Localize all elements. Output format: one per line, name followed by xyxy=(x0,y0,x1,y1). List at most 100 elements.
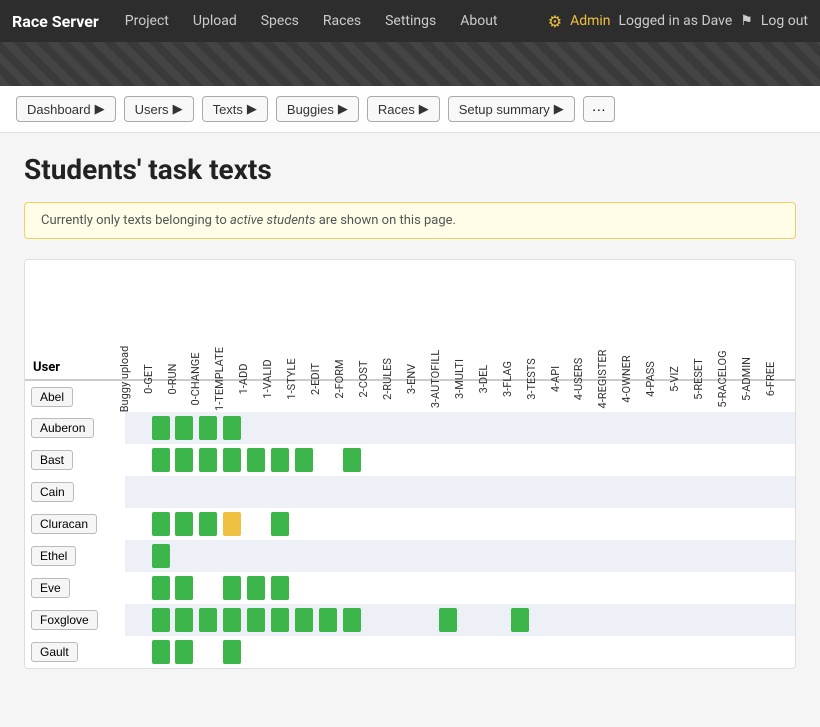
data-cell xyxy=(556,412,580,444)
data-cell xyxy=(651,540,675,572)
col-header-1-template: 1-TEMPLATE xyxy=(220,260,244,380)
data-cell xyxy=(125,604,149,636)
data-cell xyxy=(532,572,556,604)
user-col-header: User xyxy=(25,260,125,380)
nav-brand: Race Server xyxy=(12,12,99,31)
nav-admin-link[interactable]: Admin xyxy=(570,13,610,29)
data-cell xyxy=(292,572,316,604)
data-cell xyxy=(340,540,364,572)
table-row: Cain xyxy=(25,476,795,508)
green-cell xyxy=(152,416,170,440)
data-cell xyxy=(747,412,771,444)
data-cell xyxy=(340,508,364,540)
data-cell xyxy=(723,412,747,444)
data-cell xyxy=(579,412,603,444)
data-cell xyxy=(436,444,460,476)
green-cell xyxy=(152,640,170,664)
data-cell xyxy=(675,444,699,476)
user-button[interactable]: Gault xyxy=(31,642,78,662)
user-button[interactable]: Abel xyxy=(31,387,73,407)
nav-upload[interactable]: Upload xyxy=(183,9,247,33)
data-cell xyxy=(603,508,627,540)
chevron-right-icon: ▶ xyxy=(554,101,564,117)
user-button[interactable]: Eve xyxy=(31,578,70,598)
data-cell xyxy=(340,476,364,508)
data-cell xyxy=(436,572,460,604)
data-cell xyxy=(627,540,651,572)
table-row: Ethel xyxy=(25,540,795,572)
data-cell xyxy=(675,572,699,604)
nav-races[interactable]: Races xyxy=(313,9,371,33)
green-cell xyxy=(199,608,217,632)
user-button[interactable]: Bast xyxy=(31,450,73,470)
data-cell xyxy=(125,572,149,604)
user-button[interactable]: Ethel xyxy=(31,546,76,566)
data-cell xyxy=(125,508,149,540)
table-body: Abel Auberon Bast Cain Cluracan Ethel Eve Foxgl… xyxy=(25,380,795,668)
data-cell xyxy=(149,604,173,636)
green-cell xyxy=(247,608,265,632)
col-header-3-tests: 3-TESTS xyxy=(532,260,556,380)
data-cell xyxy=(388,444,412,476)
chevron-right-icon: ▶ xyxy=(338,101,348,117)
data-cell xyxy=(364,412,388,444)
data-cell xyxy=(436,636,460,668)
breadcrumb-more[interactable]: ··· xyxy=(583,96,615,122)
green-cell xyxy=(271,608,289,632)
user-button[interactable]: Cluracan xyxy=(31,514,97,534)
green-cell xyxy=(175,512,193,536)
user-button[interactable]: Auberon xyxy=(31,418,94,438)
data-cell xyxy=(699,604,723,636)
data-cell xyxy=(675,476,699,508)
data-cell xyxy=(675,508,699,540)
user-button[interactable]: Cain xyxy=(31,482,74,502)
data-cell xyxy=(460,636,484,668)
table-row: Eve xyxy=(25,572,795,604)
data-cell xyxy=(651,476,675,508)
data-cell xyxy=(149,540,173,572)
data-cell xyxy=(388,636,412,668)
green-cell xyxy=(152,608,170,632)
data-cell xyxy=(125,412,149,444)
user-button[interactable]: Foxglove xyxy=(31,610,98,630)
data-cell xyxy=(196,636,220,668)
breadcrumb-texts[interactable]: Texts ▶ xyxy=(202,96,268,122)
nav-logout-link[interactable]: Log out xyxy=(761,13,808,29)
nav-logged-in: Logged in as Dave xyxy=(619,13,733,29)
data-cell xyxy=(508,572,532,604)
data-cell xyxy=(196,444,220,476)
data-cell xyxy=(747,444,771,476)
breadcrumb-dashboard[interactable]: Dashboard ▶ xyxy=(16,96,116,122)
data-cell xyxy=(244,540,268,572)
data-cell xyxy=(484,636,508,668)
nav-project[interactable]: Project xyxy=(115,9,179,33)
data-cell xyxy=(532,508,556,540)
flag-icon: ⚑ xyxy=(740,13,753,29)
data-cell xyxy=(603,540,627,572)
data-cell xyxy=(747,572,771,604)
col-header-3-multi: 3-MULTI xyxy=(460,260,484,380)
nav-about[interactable]: About xyxy=(450,9,507,33)
nav-specs[interactable]: Specs xyxy=(251,9,309,33)
breadcrumb-races[interactable]: Races ▶ xyxy=(367,96,440,122)
user-cell: Bast xyxy=(25,444,125,476)
green-cell xyxy=(152,512,170,536)
col-header-0-get: 0-GET xyxy=(149,260,173,380)
yellow-cell xyxy=(223,512,241,536)
data-cell xyxy=(244,444,268,476)
data-cell xyxy=(532,540,556,572)
breadcrumb-setup-summary[interactable]: Setup summary ▶ xyxy=(448,96,575,122)
nav-settings[interactable]: Settings xyxy=(375,9,446,33)
data-cell xyxy=(244,476,268,508)
breadcrumb-bar: Dashboard ▶ Users ▶ Texts ▶ Buggies ▶ Ra… xyxy=(0,86,820,133)
data-cell xyxy=(771,636,795,668)
breadcrumb-users[interactable]: Users ▶ xyxy=(124,96,194,122)
data-cell xyxy=(627,412,651,444)
col-header-2-rules: 2-RULES xyxy=(388,260,412,380)
data-cell xyxy=(244,636,268,668)
gear-icon: ⚙ xyxy=(548,12,562,31)
data-cell xyxy=(723,476,747,508)
data-cell xyxy=(579,604,603,636)
data-cell xyxy=(220,540,244,572)
breadcrumb-buggies[interactable]: Buggies ▶ xyxy=(276,96,359,122)
